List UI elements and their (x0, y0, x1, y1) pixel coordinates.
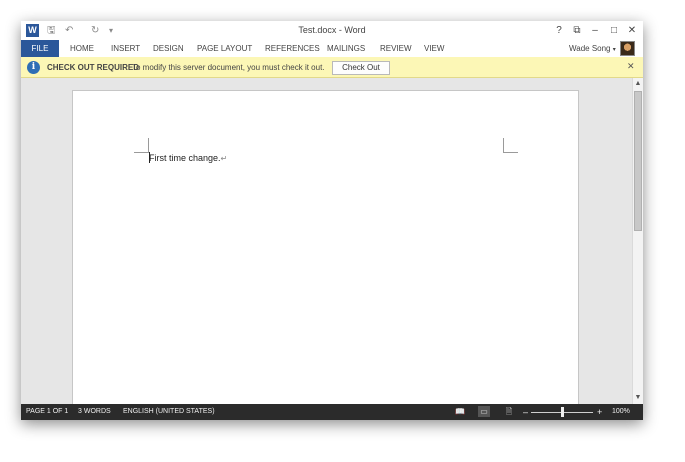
minimize-icon[interactable]: – (588, 24, 602, 37)
zoom-in-button[interactable]: + (597, 404, 602, 420)
word-window: W 🖫 ↶ ↻ ▾ Test.docx - Word ? ⧉ – □ ✕ FIL… (21, 21, 643, 420)
zoom-slider-thumb[interactable] (561, 407, 564, 417)
web-layout-icon[interactable]: 🗎 (503, 406, 515, 417)
tab-home[interactable]: HOME (70, 40, 94, 57)
margin-corner-left (134, 138, 149, 153)
tab-review[interactable]: REVIEW (380, 40, 412, 57)
paragraph-text: First time change. (149, 153, 221, 163)
word-count[interactable]: 3 WORDS (78, 404, 111, 420)
title-bar: W 🖫 ↶ ↻ ▾ Test.docx - Word ? ⧉ – □ ✕ (21, 21, 643, 40)
read-mode-icon[interactable]: 📖 (454, 406, 466, 417)
tab-page-layout[interactable]: PAGE LAYOUT (197, 40, 252, 57)
print-layout-icon[interactable]: ▭ (478, 406, 490, 417)
ribbon-tabs: FILE HOME INSERT DESIGN PAGE LAYOUT REFE… (21, 40, 643, 57)
paragraph-mark-icon: ↵ (220, 154, 228, 163)
document-area: First time change.↵ (21, 78, 632, 404)
document-text[interactable]: First time change.↵ (149, 153, 227, 163)
message-close-icon[interactable]: ✕ (627, 61, 635, 72)
zoom-out-button[interactable]: – (523, 404, 528, 420)
margin-corner-right (503, 138, 518, 153)
scroll-thumb[interactable] (634, 91, 642, 231)
avatar[interactable] (620, 41, 635, 56)
vertical-scrollbar[interactable]: ▲ ▼ (632, 78, 643, 404)
help-icon[interactable]: ? (552, 24, 566, 37)
user-name-label: Wade Song (569, 44, 611, 53)
tab-file[interactable]: FILE (21, 40, 59, 57)
tab-references[interactable]: REFERENCES (265, 40, 320, 57)
ribbon-display-options-icon[interactable]: ⧉ (570, 24, 584, 37)
status-bar: PAGE 1 OF 1 3 WORDS ENGLISH (UNITED STAT… (21, 404, 643, 420)
tab-view[interactable]: VIEW (424, 40, 444, 57)
close-icon[interactable]: ✕ (625, 24, 639, 37)
zoom-level[interactable]: 100% (612, 404, 630, 420)
window-title: Test.docx - Word (298, 25, 366, 35)
message-bar: i CHECK OUT REQUIRED To modify this serv… (21, 57, 643, 78)
user-dropdown-icon: ▾ (612, 47, 616, 53)
tab-mailings[interactable]: MAILINGS (327, 40, 365, 57)
message-text: To modify this server document, you must… (132, 63, 325, 72)
maximize-icon[interactable]: □ (607, 24, 621, 37)
message-title: CHECK OUT REQUIRED (47, 63, 140, 72)
info-icon: i (27, 61, 40, 74)
scroll-down-icon[interactable]: ▼ (633, 393, 643, 403)
tab-insert[interactable]: INSERT (111, 40, 140, 57)
language[interactable]: ENGLISH (UNITED STATES) (123, 404, 215, 420)
check-out-button[interactable]: Check Out (332, 61, 390, 75)
page-count[interactable]: PAGE 1 OF 1 (26, 404, 68, 420)
tab-design[interactable]: DESIGN (153, 40, 184, 57)
document-page[interactable]: First time change.↵ (72, 90, 579, 404)
scroll-up-icon[interactable]: ▲ (633, 79, 643, 89)
user-name[interactable]: Wade Song ▾ (569, 40, 616, 57)
